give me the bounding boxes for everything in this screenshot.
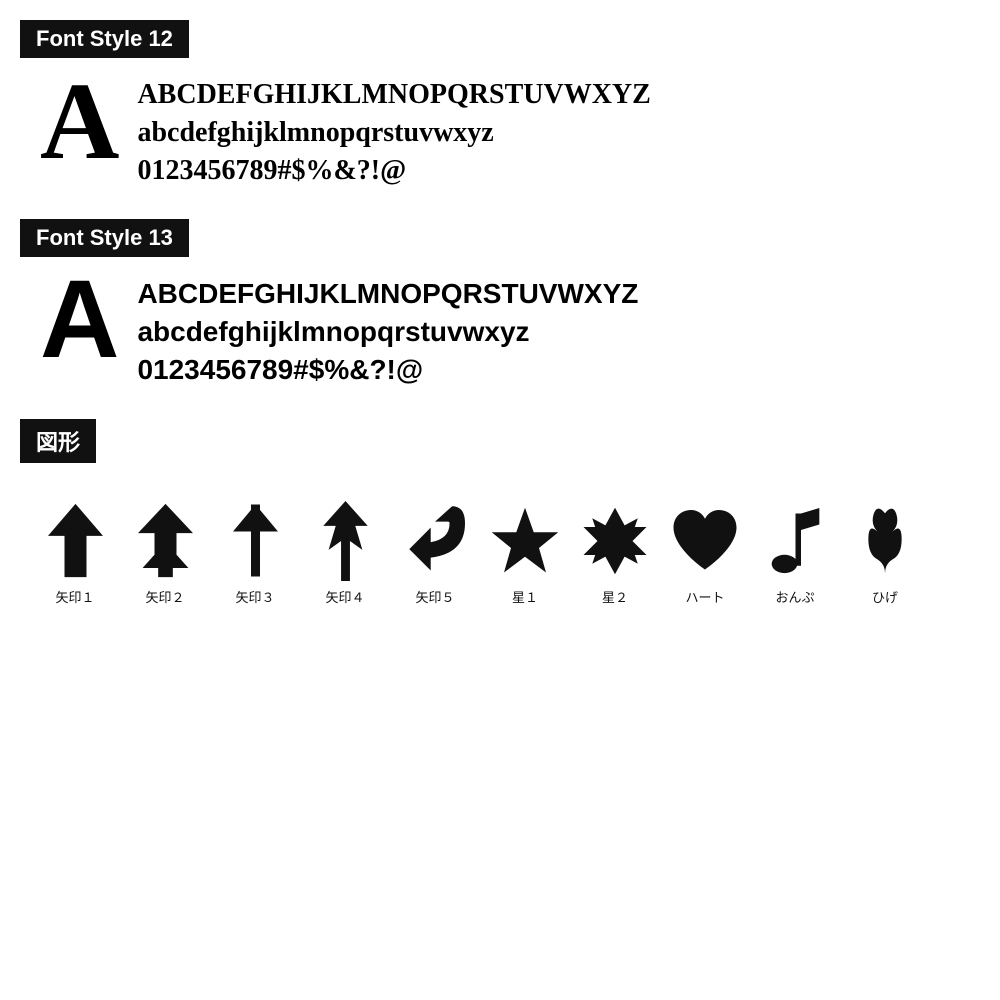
star1-label: 星１ bbox=[512, 587, 538, 606]
star1-icon bbox=[490, 501, 560, 581]
arrow2-icon bbox=[130, 501, 200, 581]
shapes-section: 図形 矢印１ 矢印２ bbox=[20, 419, 980, 606]
shape-item-heart: ハート bbox=[660, 501, 750, 606]
shape-item-arrow3: 矢印３ bbox=[210, 501, 300, 606]
font-12-numbers: 0123456789#$%&?!@ bbox=[137, 152, 650, 190]
font-12-char-lines: ABCDEFGHIJKLMNOPQRSTUVWXYZ abcdefghijklm… bbox=[137, 76, 650, 189]
heart-icon bbox=[670, 501, 740, 581]
shape-item-star1: 星１ bbox=[480, 501, 570, 606]
font-style-12-label: Font Style 12 bbox=[20, 20, 189, 58]
shape-item-arrow1: 矢印１ bbox=[30, 501, 120, 606]
shape-item-arrow2: 矢印２ bbox=[120, 501, 210, 606]
font-style-12-section: Font Style 12 A ABCDEFGHIJKLMNOPQRSTUVWX… bbox=[20, 20, 980, 189]
shapes-grid: 矢印１ 矢印２ 矢印３ bbox=[20, 481, 980, 606]
shape-item-arrow5: 矢印５ bbox=[390, 501, 480, 606]
font-13-char-lines: ABCDEFGHIJKLMNOPQRSTUVWXYZ abcdefghijklm… bbox=[137, 275, 638, 388]
shapes-label: 図形 bbox=[20, 419, 96, 463]
font-13-big-letter: A bbox=[40, 265, 119, 375]
font-style-12-demo: A ABCDEFGHIJKLMNOPQRSTUVWXYZ abcdefghijk… bbox=[20, 76, 980, 189]
arrow2-label: 矢印２ bbox=[145, 587, 184, 606]
shape-item-arrow4: 矢印４ bbox=[300, 501, 390, 606]
note-icon bbox=[760, 501, 830, 581]
arrow1-icon bbox=[40, 501, 110, 581]
arrow1-label: 矢印１ bbox=[55, 587, 94, 606]
font-style-13-demo: A ABCDEFGHIJKLMNOPQRSTUVWXYZ abcdefghijk… bbox=[20, 275, 980, 388]
mustache-icon bbox=[850, 501, 920, 581]
font-12-big-letter: A bbox=[40, 66, 119, 176]
arrow4-icon bbox=[310, 501, 380, 581]
shape-item-star2: 星２ bbox=[570, 501, 660, 606]
font-style-13-label: Font Style 13 bbox=[20, 219, 189, 257]
heart-label: ハート bbox=[685, 587, 724, 606]
font-13-lowercase: abcdefghijklmnopqrstuvwxyz bbox=[137, 313, 638, 351]
arrow3-icon bbox=[220, 501, 290, 581]
note-label: おんぷ bbox=[775, 587, 814, 606]
arrow3-label: 矢印３ bbox=[235, 587, 274, 606]
font-13-uppercase: ABCDEFGHIJKLMNOPQRSTUVWXYZ bbox=[137, 275, 638, 313]
font-13-numbers: 0123456789#$%&?!@ bbox=[137, 351, 638, 389]
font-12-lowercase: abcdefghijklmnopqrstuvwxyz bbox=[137, 114, 650, 152]
star2-label: 星２ bbox=[602, 587, 628, 606]
font-12-uppercase: ABCDEFGHIJKLMNOPQRSTUVWXYZ bbox=[137, 76, 650, 114]
star2-icon bbox=[580, 501, 650, 581]
shape-item-mustache: ひげ bbox=[840, 501, 930, 606]
mustache-label: ひげ bbox=[872, 587, 898, 606]
arrow4-label: 矢印４ bbox=[325, 587, 364, 606]
arrow5-icon bbox=[400, 501, 470, 581]
font-style-13-section: Font Style 13 A ABCDEFGHIJKLMNOPQRSTUVWX… bbox=[20, 219, 980, 388]
shape-item-note: おんぷ bbox=[750, 501, 840, 606]
arrow5-label: 矢印５ bbox=[415, 587, 454, 606]
